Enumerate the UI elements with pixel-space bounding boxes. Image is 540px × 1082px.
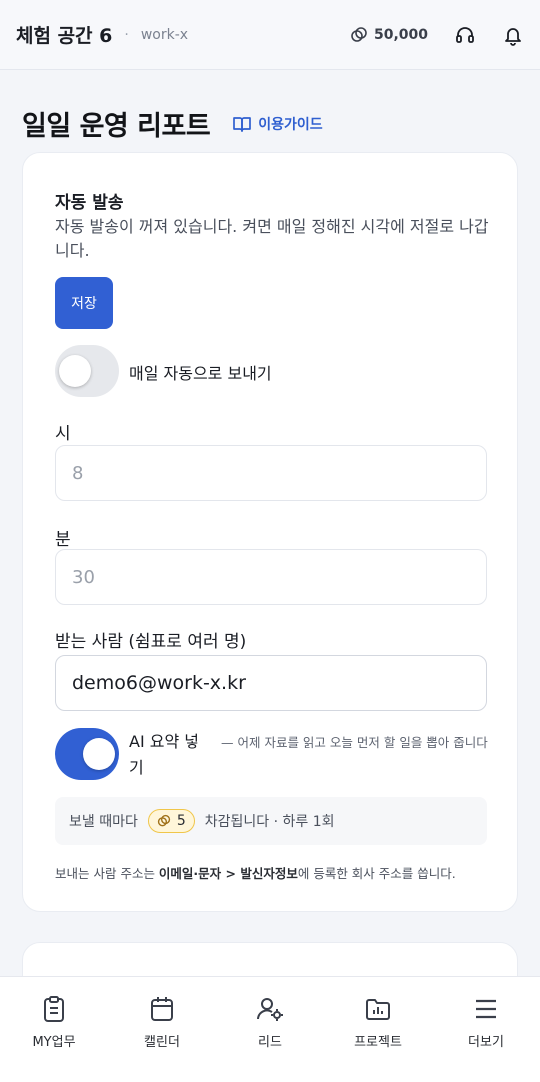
book-icon <box>233 116 252 132</box>
section-description: 자동 발송이 꺼져 있습니다. 켜면 매일 정해진 시각에 저절로 나갑니다. <box>55 217 489 260</box>
nav-label: MY업무 <box>32 1035 76 1050</box>
cost-badge: 5 <box>147 809 195 833</box>
nav-label: 리드 <box>258 1035 282 1050</box>
toggle-knob <box>59 355 91 387</box>
nav-item-leads[interactable]: 리드 <box>216 977 324 1082</box>
recipients-input[interactable] <box>55 655 487 711</box>
bottom-nav: MY업무 캘린더 리드 프로젝트 더보기 <box>0 976 540 1082</box>
nav-label: 더보기 <box>468 1035 504 1050</box>
toggle-knob <box>83 738 115 770</box>
cost-amount: 5 <box>176 813 186 829</box>
ai-summary-label: AI 요약 넣기 <box>129 732 199 777</box>
section-title: 자동 발송 <box>55 193 124 213</box>
support-button[interactable] <box>454 24 476 46</box>
page-title: 일일 운영 리포트 <box>22 111 211 142</box>
notifications-button[interactable] <box>502 24 524 46</box>
nav-label: 프로젝트 <box>354 1035 402 1050</box>
separator-dot: · <box>124 26 129 43</box>
user-gear-icon <box>257 998 283 1021</box>
page-header: 일일 운영 리포트 이용가이드 <box>22 104 323 143</box>
ai-summary-toggle[interactable] <box>55 728 119 780</box>
minute-input[interactable] <box>55 549 487 605</box>
daily-send-toggle[interactable] <box>55 345 119 397</box>
bell-icon <box>505 27 521 46</box>
folder-chart-icon <box>366 999 390 1020</box>
workspace-slug: work-x <box>140 26 189 43</box>
calendar-icon <box>151 997 173 1021</box>
save-button[interactable]: 저장 <box>55 277 113 329</box>
nav-item-projects[interactable]: 프로젝트 <box>324 977 432 1082</box>
nav-item-more[interactable]: 더보기 <box>432 977 540 1082</box>
top-bar: 체험 공간 6 · work-x 50,000 <box>0 0 540 70</box>
coin-icon <box>351 26 367 42</box>
credit-balance[interactable]: 50,000 <box>350 26 428 44</box>
hour-label: 시 <box>55 424 71 444</box>
sender-footnote: 보내는 사람 주소는 이메일·문자 > 발신자정보에 등록한 회사 주소를 씁니… <box>55 863 495 882</box>
guide-link-label: 이용가이드 <box>258 116 323 133</box>
daily-send-toggle-label: 매일 자동으로 보내기 <box>129 364 272 383</box>
coin-icon <box>157 814 171 827</box>
menu-icon <box>476 999 496 1019</box>
nav-label: 캘린더 <box>144 1035 180 1050</box>
ai-summary-hint: — 어제 자료를 읽고 오늘 먼저 할 일을 뽑아 줍니다 <box>221 735 488 750</box>
hour-input[interactable] <box>55 445 487 501</box>
sender-info-path: 이메일·문자 > 발신자정보 <box>158 866 298 881</box>
footnote-prefix: 보내는 사람 주소는 <box>55 866 159 881</box>
auto-send-card: 자동 발송 자동 발송이 꺼져 있습니다. 켜면 매일 정해진 시각에 저절로 … <box>22 152 518 912</box>
credit-amount: 50,000 <box>373 26 428 43</box>
nav-item-calendar[interactable]: 캘린더 <box>108 977 216 1082</box>
guide-link[interactable]: 이용가이드 <box>232 114 323 134</box>
clipboard-icon <box>44 996 64 1022</box>
workspace-name[interactable]: 체험 공간 6 <box>16 21 112 48</box>
nav-item-my-tasks[interactable]: MY업무 <box>0 977 108 1082</box>
footnote-suffix: 에 등록한 회사 주소를 씁니다. <box>297 866 456 881</box>
top-bar-actions: 50,000 <box>350 24 524 46</box>
cost-info: 보낼 때마다 5 차감됩니다 · 하루 1회 <box>55 797 487 845</box>
recipients-label: 받는 사람 (쉼표로 여러 명) <box>55 632 247 652</box>
cost-prefix: 보낼 때마다 <box>69 814 138 830</box>
headset-icon <box>456 26 474 43</box>
minute-label: 분 <box>55 530 71 550</box>
cost-suffix: 차감됩니다 · 하루 1회 <box>204 814 335 830</box>
